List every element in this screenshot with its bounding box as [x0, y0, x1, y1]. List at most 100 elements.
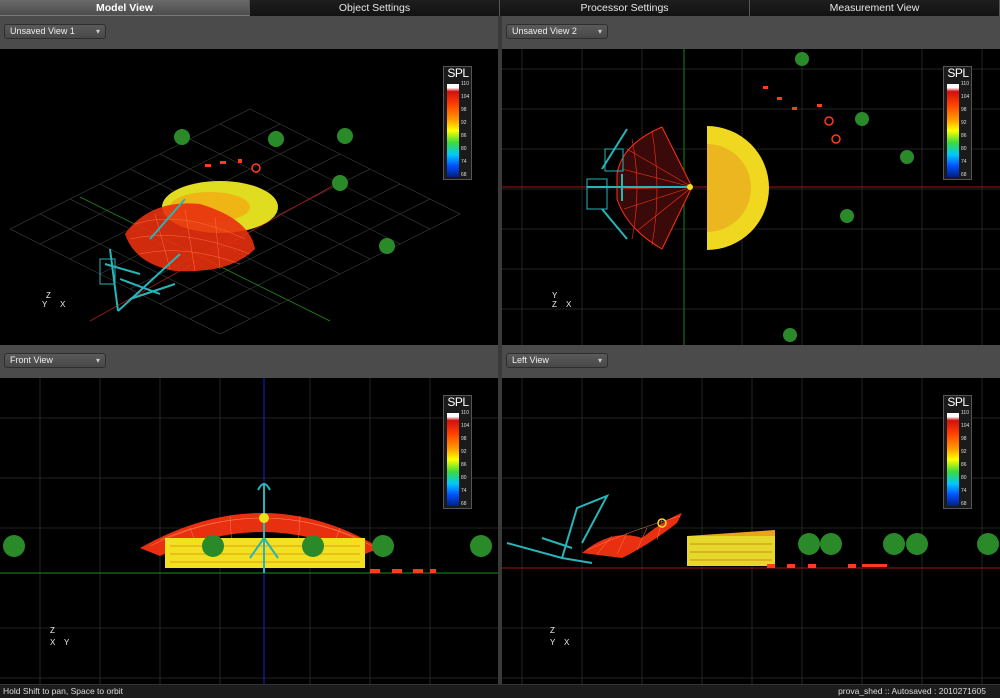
viewport-3d-left[interactable]: SPL 110 104 98 92 86 80 74 68 Z Y X: [502, 378, 1000, 684]
trees: [798, 533, 999, 555]
spl-tick: 86: [461, 133, 467, 139]
spl-tick: 92: [461, 449, 467, 455]
spl-tick: 86: [961, 133, 967, 139]
tab-model-view[interactable]: Model View: [0, 0, 250, 16]
viewport-panel-front: Front View ▾ SPL 110 104 98 92 86 80 74 …: [0, 345, 498, 684]
view-selector[interactable]: Left View ▾: [506, 353, 608, 368]
axis-z-label: Z: [50, 626, 55, 635]
viewport-panel-left: Left View ▾ SPL 110 104 98 92 86 80 74 6…: [502, 345, 1000, 684]
grandstand-roof: [687, 530, 775, 536]
view-selector-label: Unsaved View 2: [512, 26, 577, 36]
chevron-down-icon: ▾: [95, 27, 100, 36]
spl-tick: 68: [461, 501, 467, 507]
spl-legend: SPL 110 104 98 92 86 80 74 68: [943, 66, 972, 180]
spl-tick: 92: [461, 120, 467, 126]
status-hint: Hold Shift to pan, Space to orbit: [3, 686, 124, 696]
view-selector[interactable]: Unsaved View 2 ▾: [506, 24, 608, 39]
panel-header: Front View ▾: [0, 345, 498, 378]
viewport-3d-perspective[interactable]: SPL 110 104 98 92 86 80 74 68 Z Y X: [0, 49, 498, 345]
spl-tick: 86: [961, 462, 967, 468]
viewport-panel-perspective: Unsaved View 1 ▾ SPL 110 104 98 92 86 80…: [0, 16, 498, 345]
spl-color-scale: [947, 413, 959, 506]
viewport-3d-top[interactable]: SPL 110 104 98 92 86 80 74 68 Y Z X: [502, 49, 1000, 345]
spl-color-scale: [447, 84, 459, 177]
spl-floor-surface: [687, 536, 775, 566]
axis-x-label: X: [566, 300, 572, 309]
spl-tick: 104: [461, 94, 470, 100]
axis-y-label: Y: [550, 638, 556, 647]
viewport-panel-top: Unsaved View 2 ▾ SPL 110 104 98 92 86 80…: [502, 16, 1000, 345]
spl-legend: SPL 110 104 98 92 86 80 74 68: [443, 395, 472, 509]
listener-markers: [763, 86, 841, 144]
spl-tick: 98: [961, 436, 967, 442]
axis-z-label: Z: [552, 300, 557, 309]
spl-legend: SPL 110 104 98 92 86 80 74 68: [443, 66, 472, 180]
spl-tick: 104: [961, 423, 970, 429]
status-bar: Hold Shift to pan, Space to orbit prova_…: [0, 684, 1000, 698]
axis-gizmo: Z Y X: [550, 626, 580, 656]
spl-tick: 98: [961, 107, 967, 113]
source-marker: [687, 184, 693, 190]
axis-x-label: X: [564, 638, 570, 647]
view-selector-label: Front View: [10, 355, 53, 365]
spl-tick: 80: [461, 146, 467, 152]
spl-tick: 80: [961, 146, 967, 152]
spl-color-scale: [447, 413, 459, 506]
spl-tick: 74: [961, 488, 967, 494]
spl-tick: 68: [461, 172, 467, 178]
listener-markers: [767, 564, 887, 568]
spl-tick: 74: [961, 159, 967, 165]
spl-tick: 86: [461, 462, 467, 468]
axis-gizmo: Z X Y: [50, 626, 80, 656]
spl-legend: SPL 110 104 98 92 86 80 74 68: [943, 395, 972, 509]
spl-tick: 92: [961, 120, 967, 126]
view-selector[interactable]: Front View ▾: [4, 353, 106, 368]
spl-tick: 92: [961, 449, 967, 455]
chevron-down-icon: ▾: [95, 356, 100, 365]
spl-color-scale: [947, 84, 959, 177]
tab-object-settings[interactable]: Object Settings: [250, 0, 500, 16]
spl-tick: 110: [961, 81, 969, 87]
spl-tick: 68: [961, 172, 967, 178]
axis-gizmo: Z Y X: [40, 291, 70, 321]
spl-tick: 74: [461, 159, 467, 165]
listener-markers: [370, 569, 436, 573]
chevron-down-icon: ▾: [597, 356, 602, 365]
axis-y-label: Y: [64, 638, 70, 647]
spl-legend-title: SPL: [447, 395, 469, 409]
viewport-3d-front[interactable]: SPL 110 104 98 92 86 80 74 68 Z X Y: [0, 378, 498, 684]
spl-legend-title: SPL: [947, 66, 969, 80]
tab-processor-settings[interactable]: Processor Settings: [500, 0, 750, 16]
view-selector-label: Unsaved View 1: [10, 26, 75, 36]
view-selector[interactable]: Unsaved View 1 ▾: [4, 24, 106, 39]
source-marker: [259, 513, 269, 523]
axis-y-label: Y: [42, 300, 48, 309]
view-selector-label: Left View: [512, 355, 549, 365]
panel-header: Left View ▾: [502, 345, 1000, 378]
spl-tick: 68: [961, 501, 967, 507]
axis-z-label: Z: [550, 626, 555, 635]
axis-x-label: X: [60, 300, 66, 309]
spl-tick: 104: [461, 423, 470, 429]
axis-x-label: X: [50, 638, 56, 647]
axis-z-label: Z: [46, 291, 51, 300]
main-tab-bar: Model View Object Settings Processor Set…: [0, 0, 1000, 16]
spl-tick: 104: [961, 94, 970, 100]
spl-tick: 110: [961, 410, 969, 416]
spl-tick: 98: [461, 436, 467, 442]
panel-header: Unsaved View 1 ▾: [0, 16, 498, 49]
axis-gizmo: Y Z X: [550, 291, 580, 321]
tab-measurement-view[interactable]: Measurement View: [750, 0, 1000, 16]
chevron-down-icon: ▾: [597, 27, 602, 36]
listener-markers: [205, 159, 261, 173]
spl-tick: 80: [461, 475, 467, 481]
spl-tick: 74: [461, 488, 467, 494]
spl-tick: 110: [461, 410, 469, 416]
spl-legend-title: SPL: [447, 66, 469, 80]
axis-y-label: Y: [552, 291, 558, 300]
spl-tick: 110: [461, 81, 469, 87]
spl-legend-title: SPL: [947, 395, 969, 409]
spl-tick: 80: [961, 475, 967, 481]
spl-tick: 98: [461, 107, 467, 113]
trees: [783, 52, 914, 342]
